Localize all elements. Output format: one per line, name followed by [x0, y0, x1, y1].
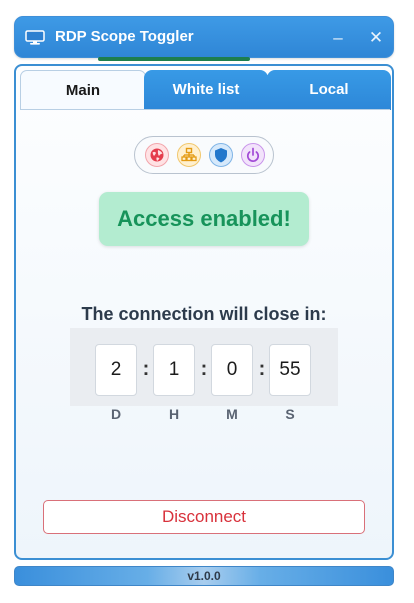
minutes-unit-label: M — [226, 406, 238, 422]
title-bar: RDP Scope Toggler – ✕ — [14, 16, 394, 58]
window-title: RDP Scope Toggler — [55, 28, 194, 45]
title-accent-bar — [98, 57, 250, 61]
minutes-value: 0 — [211, 344, 253, 396]
tab-local[interactable]: Local — [267, 70, 391, 110]
power-icon[interactable] — [241, 143, 265, 167]
days-value: 2 — [95, 344, 137, 396]
minimize-button[interactable]: – — [325, 25, 351, 51]
status-badge: Access enabled! — [99, 192, 309, 246]
network-icon[interactable] — [177, 143, 201, 167]
shield-icon[interactable] — [209, 143, 233, 167]
version-bar: v1.0.0 — [14, 566, 394, 586]
disconnect-button[interactable]: Disconnect — [43, 500, 365, 534]
main-panel: Main White list Local Access enabled! Th… — [14, 64, 394, 560]
close-button[interactable]: ✕ — [363, 25, 389, 51]
monitor-icon — [25, 30, 45, 45]
separator-colon: : — [258, 358, 266, 380]
hours-value: 1 — [153, 344, 195, 396]
tab-main[interactable]: Main — [20, 70, 146, 110]
icon-toolbar — [134, 136, 274, 174]
separator-colon: : — [200, 358, 208, 380]
seconds-unit-label: S — [285, 406, 295, 422]
countdown-panel: 2 : 1 : 0 : 55 — [70, 328, 338, 406]
countdown-label: The connection will close in: — [81, 304, 327, 324]
hours-unit-label: H — [168, 406, 180, 422]
tab-white-list[interactable]: White list — [144, 70, 268, 110]
separator-colon: : — [142, 358, 150, 380]
seconds-value: 55 — [269, 344, 311, 396]
globe-icon[interactable] — [145, 143, 169, 167]
tab-divider — [20, 109, 390, 110]
days-unit-label: D — [110, 406, 122, 422]
